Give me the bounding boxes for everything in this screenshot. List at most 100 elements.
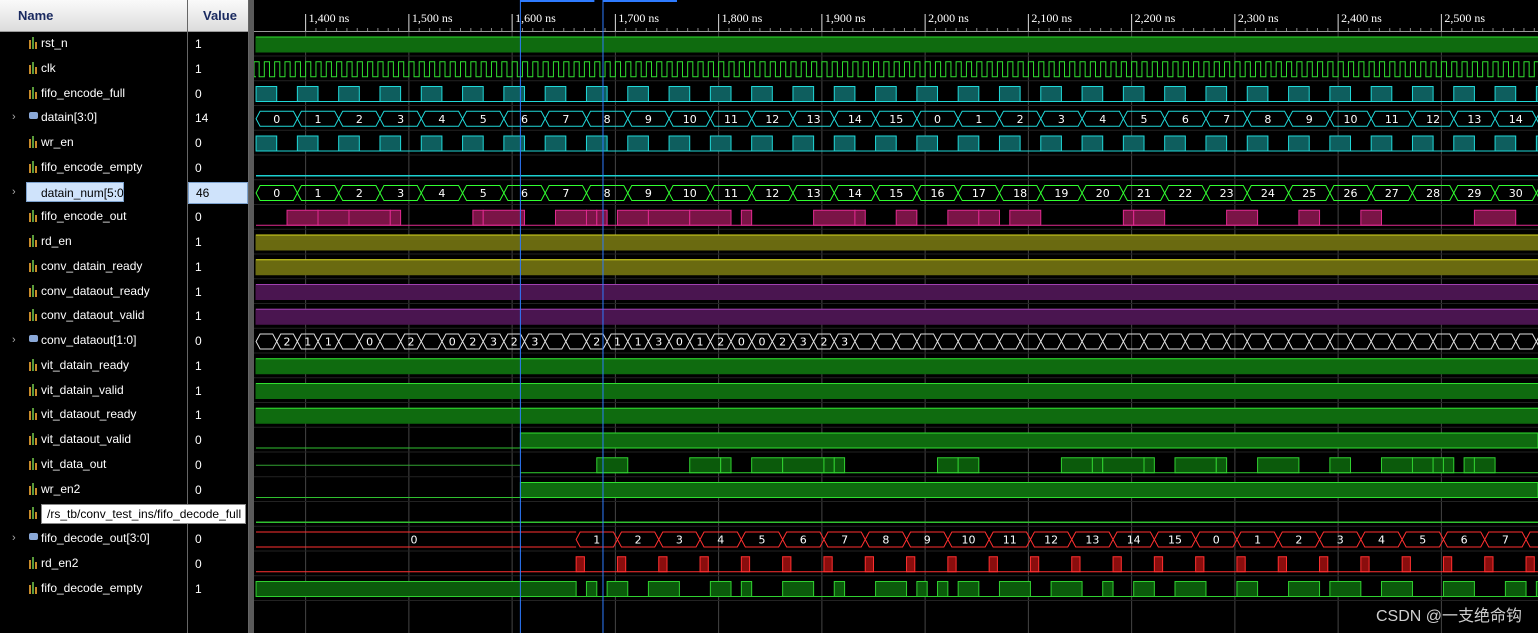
- signal-row-conv-dataout-valid[interactable]: conv_dataout_valid: [0, 305, 187, 327]
- wave-pulse: [668, 86, 691, 102]
- signal-row-rd-en[interactable]: rd_en: [0, 231, 187, 253]
- wave-pulse: [1525, 556, 1535, 573]
- signal-row-conv-dataout-ready[interactable]: conv_dataout_ready: [0, 281, 187, 303]
- signal-value: 14: [195, 111, 209, 126]
- signal-path-tooltip: /rs_tb/conv_test_ins/fifo_decode_full: [41, 504, 246, 524]
- bus-value-label: 11: [724, 187, 738, 200]
- bus-segment: [1019, 333, 1042, 350]
- bus-value-label: 5: [758, 534, 765, 547]
- bus-value-label: 2: [635, 534, 642, 547]
- wave-high-segment: [1432, 457, 1444, 474]
- signal-name: fifo_decode_empty: [41, 580, 143, 595]
- wave-high-segment: [895, 209, 918, 226]
- expand-chevron-icon[interactable]: ›: [12, 334, 16, 346]
- wave-pulse: [957, 86, 980, 102]
- bus-value-label: 13: [1467, 113, 1481, 126]
- bus-value-label: 1: [635, 336, 642, 349]
- signal-row-wr-en2[interactable]: wr_en2: [0, 479, 187, 501]
- bus-value-label: 4: [1099, 113, 1106, 126]
- signal-row-vit-datain-valid[interactable]: vit_datain_valid: [0, 380, 187, 402]
- wave-high-segment: [937, 457, 959, 474]
- bus-value-label: 0: [449, 336, 456, 349]
- wave-high-segment: [957, 457, 980, 474]
- wave-pulse: [1122, 135, 1145, 152]
- bus-value-label: 0: [1213, 534, 1220, 547]
- bus-value-label: 2: [779, 336, 786, 349]
- signal-icon: [28, 408, 38, 421]
- bus-value-label: 2: [1017, 113, 1024, 126]
- value-column-header[interactable]: Value: [188, 0, 248, 32]
- signal-row-vit-data-out[interactable]: vit_data_out: [0, 454, 187, 476]
- signal-row-conv-dataout-1-0-[interactable]: › conv_dataout[1:0]: [0, 330, 187, 352]
- signal-row-vit-dataout-ready[interactable]: vit_dataout_ready: [0, 404, 187, 426]
- bus-segment: [874, 333, 897, 350]
- wave-pulse: [998, 86, 1021, 102]
- wave-high-segment: [1411, 457, 1434, 474]
- bus-segment: [936, 333, 959, 350]
- wave-high-segment: [916, 581, 928, 597]
- signal-row-fifo-encode-empty[interactable]: fifo_encode_empty: [0, 157, 187, 179]
- wave-pulse: [1122, 86, 1145, 102]
- bus-segment: [1432, 333, 1455, 350]
- signal-row-fifo-decode-out-3-0-[interactable]: › fifo_decode_out[3:0]: [0, 528, 187, 550]
- bus-value-label: 9: [645, 113, 652, 126]
- expand-chevron-icon[interactable]: ›: [12, 111, 16, 123]
- bus-value-label: 12: [1426, 113, 1440, 126]
- wave-pulse: [296, 86, 319, 102]
- signal-row-fifo-encode-full[interactable]: fifo_encode_full: [0, 83, 187, 105]
- bus-segment: [895, 333, 918, 350]
- bus-value-label: 1: [315, 187, 322, 200]
- wave-high-segment: [1504, 581, 1527, 597]
- signal-row-wr-en[interactable]: wr_en: [0, 132, 187, 154]
- signal-icon: [28, 358, 38, 371]
- bus-segment: [1143, 333, 1166, 350]
- bus-value-label: 3: [1337, 534, 1344, 547]
- signal-value: 1: [195, 37, 202, 51]
- signal-row-fifo-decode-empty[interactable]: fifo_decode_empty: [0, 578, 187, 600]
- signal-name: conv_dataout_valid: [41, 308, 145, 323]
- signal-value: 46: [188, 181, 248, 204]
- wave-high-segment: [1060, 457, 1093, 474]
- expand-chevron-icon[interactable]: ›: [12, 186, 16, 198]
- signal-value: 0: [195, 433, 202, 447]
- wave-high-segment: [957, 581, 980, 597]
- wave-high: [255, 259, 1538, 276]
- waveform-canvas[interactable]: 1,400 ns 1,500 ns 1,600 ns 1,700 ns 1,800 ns…: [254, 0, 1538, 633]
- bus-segment: [1329, 333, 1352, 350]
- signal-name: fifo_encode_out: [41, 209, 127, 224]
- bus-value-label: 8: [1264, 113, 1271, 126]
- name-column-header[interactable]: Name: [0, 0, 187, 32]
- wave-pulse: [1484, 556, 1494, 573]
- signal-value: 1: [195, 259, 202, 274]
- bus-value-label: 5: [480, 113, 487, 126]
- ruler-tick-label: 2,100 ns: [1031, 11, 1072, 25]
- bus-value-label: 26: [1344, 187, 1358, 200]
- signal-row-datain-num-5-0-[interactable]: › datain_num[5:0]: [0, 181, 187, 204]
- bus-segment: [1102, 333, 1124, 350]
- waveform-area[interactable]: 1,400 ns 1,500 ns 1,600 ns 1,700 ns 1,800 ns…: [254, 0, 1538, 633]
- wave-high-segment: [1442, 457, 1455, 474]
- wave-pulse: [906, 556, 916, 573]
- wave-pulse: [1494, 135, 1517, 152]
- signal-row-fifo-encode-out[interactable]: fifo_encode_out: [0, 206, 187, 228]
- bus-value-label: 2: [356, 187, 363, 200]
- signal-row-rst-n[interactable]: rst_n: [0, 33, 187, 55]
- expand-chevron-icon[interactable]: ›: [12, 532, 16, 544]
- ruler-tick-label: 2,300 ns: [1238, 11, 1279, 25]
- bus-value-label: 3: [800, 336, 807, 349]
- bus-value-label: 4: [438, 187, 445, 200]
- bus-value-label: 14: [1127, 534, 1141, 547]
- signal-row-vit-datain-ready[interactable]: vit_datain_ready: [0, 355, 187, 377]
- signal-icon: [28, 556, 38, 569]
- signal-row-conv-datain-ready[interactable]: conv_datain_ready: [0, 256, 187, 278]
- wave-high-segment: [813, 209, 856, 226]
- bus-segment: [1246, 333, 1269, 350]
- signal-row-rd-en2[interactable]: rd_en2: [0, 553, 187, 575]
- bus-value-label: 7: [841, 534, 848, 547]
- signal-row-datain-3-0-[interactable]: › datain[3:0]: [0, 107, 187, 129]
- wave-pulse: [1411, 86, 1434, 102]
- signal-row-clk[interactable]: clk: [0, 58, 187, 80]
- bus-value-label: 17: [972, 187, 986, 200]
- signal-row-vit-dataout-valid[interactable]: vit_dataout_valid: [0, 429, 187, 451]
- ruler-tick-label: 1,700 ns: [618, 11, 659, 25]
